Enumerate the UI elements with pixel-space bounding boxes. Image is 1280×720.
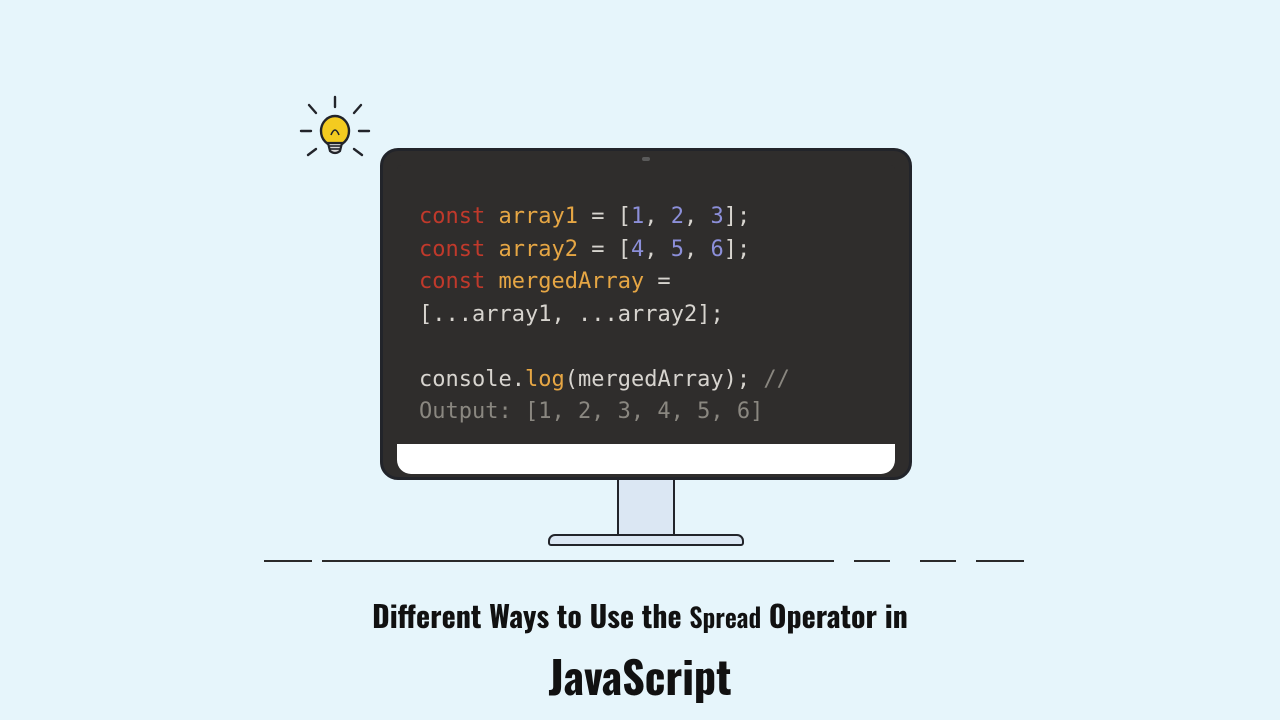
ground-line (264, 560, 1024, 562)
camera-dot (642, 157, 650, 161)
monitor-base (548, 534, 744, 546)
code-line-6: console.log(mergedArray); // (419, 364, 873, 397)
code-screen: const array1 = [1, 2, 3]; const array2 =… (397, 165, 895, 445)
monitor-frame: const array1 = [1, 2, 3]; const array2 =… (380, 148, 912, 480)
monitor-chin (397, 444, 895, 474)
code-line-1: const array1 = [1, 2, 3]; (419, 201, 873, 234)
code-line-3: const mergedArray = (419, 266, 873, 299)
title-line-1: Different Ways to Use the Spread Operato… (0, 592, 1280, 637)
code-line-blank (419, 331, 873, 364)
code-line-7: Output: [1, 2, 3, 4, 5, 6] (419, 396, 873, 429)
title-line-2: JavaScript (0, 643, 1280, 708)
code-line-4: [...array1, ...array2]; (419, 299, 873, 332)
title-block: Different Ways to Use the Spread Operato… (0, 592, 1280, 708)
monitor-illustration: const array1 = [1, 2, 3]; const array2 =… (380, 148, 912, 546)
lightbulb-icon (295, 95, 375, 175)
monitor-neck (617, 480, 675, 534)
code-line-2: const array2 = [4, 5, 6]; (419, 234, 873, 267)
